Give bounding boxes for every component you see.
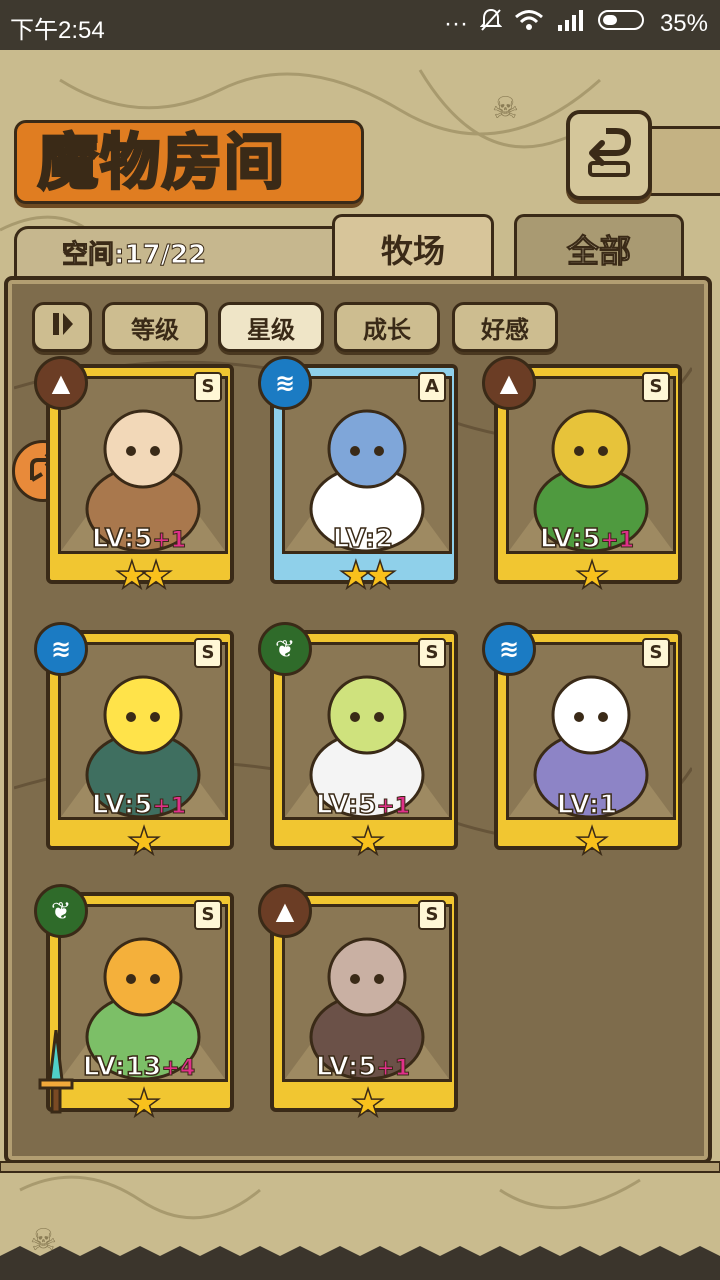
mountain-icon: ▲	[34, 356, 88, 410]
level-label: LV:5+1	[494, 523, 680, 555]
bottom-torn-edge	[0, 1161, 720, 1173]
level-plus: +1	[376, 794, 411, 820]
rank-badge: S	[418, 638, 446, 668]
water-wave-icon: ≋	[482, 622, 536, 676]
battery-icon	[597, 8, 648, 39]
mountain-icon: ▲	[482, 356, 536, 410]
level-label: LV:5+1	[270, 1051, 456, 1083]
monster-card[interactable]: ▲ S LV:5+1 ★★	[34, 356, 234, 595]
sword-icon	[38, 1030, 74, 1114]
mute-bell-icon	[479, 8, 503, 39]
status-icons: ··· 35%	[444, 8, 708, 39]
level-label: LV:2	[270, 523, 456, 555]
star-rating: ★	[350, 819, 386, 863]
monster-card[interactable]: ≋ S LV:5+1 ★	[34, 622, 234, 861]
star-rating: ★	[126, 819, 162, 863]
monster-card[interactable]: ❦ S LV:5+1 ★	[258, 622, 458, 861]
sort-affinity-button[interactable]: 好感	[452, 302, 558, 352]
space-counter: 空间:17/22	[61, 240, 207, 271]
rank-badge: S	[418, 900, 446, 930]
rank-badge: S	[642, 372, 670, 402]
back-button-tail	[640, 126, 720, 196]
star-rating: ★★	[338, 553, 398, 597]
level-value: LV:5	[91, 523, 153, 555]
wifi-icon	[514, 9, 544, 38]
level-value: LV:1	[556, 789, 618, 821]
return-arrow-icon	[582, 125, 636, 185]
level-label: LV:5+1	[46, 523, 232, 555]
sort-order-toggle[interactable]	[32, 302, 92, 352]
level-plus: +4	[161, 1056, 196, 1082]
star-rating: ★	[574, 553, 610, 597]
level-value: LV:5	[315, 789, 377, 821]
rank-badge: A	[418, 372, 446, 402]
status-bar: 下午2:54 ··· 35%	[0, 0, 720, 50]
water-wave-icon: ≋	[258, 356, 312, 410]
level-plus: +1	[152, 794, 187, 820]
level-plus: +1	[600, 528, 635, 554]
level-value: LV:5	[539, 523, 601, 555]
star-rating: ★★	[114, 553, 174, 597]
leaf-icon: ❦	[258, 622, 312, 676]
level-label: LV:1	[494, 789, 680, 821]
rank-badge: S	[194, 372, 222, 402]
monster-card[interactable]: ≋ A LV:2 ★★	[258, 356, 458, 595]
monster-card[interactable]: ≋ S LV:1 ★	[482, 622, 682, 861]
more-dots-icon: ···	[443, 9, 468, 37]
svg-text:☠: ☠	[492, 91, 519, 126]
level-plus: +1	[376, 1056, 411, 1082]
page-title: 魔物房间	[37, 127, 286, 200]
level-value: LV:13	[82, 1051, 162, 1083]
water-wave-icon: ≋	[34, 622, 88, 676]
monster-card[interactable]: ▲ S LV:5+1 ★	[482, 356, 682, 595]
level-value: LV:5	[315, 1051, 377, 1083]
level-plus: +1	[152, 528, 187, 554]
mountain-icon: ▲	[258, 884, 312, 938]
battery-percent: 35%	[659, 9, 708, 37]
pause-toggle-icon	[47, 309, 77, 345]
signal-icon	[556, 9, 586, 38]
level-value: LV:2	[332, 523, 394, 555]
back-button[interactable]	[566, 110, 652, 200]
rank-badge: S	[642, 638, 670, 668]
sort-level-button[interactable]: 等级	[102, 302, 208, 352]
sort-growth-button[interactable]: 成长	[334, 302, 440, 352]
monster-card[interactable]: ▲ S LV:5+1 ★	[258, 884, 458, 1123]
tab-ranch[interactable]: 牧场	[332, 214, 494, 281]
level-value: LV:5	[91, 789, 153, 821]
tab-all[interactable]: 全部	[514, 214, 684, 281]
leaf-icon: ❦	[34, 884, 88, 938]
sort-star-button[interactable]: 星级	[218, 302, 324, 352]
level-label: LV:5+1	[270, 789, 456, 821]
rank-badge: S	[194, 638, 222, 668]
status-time: 下午2:54	[10, 17, 105, 44]
rank-badge: S	[194, 900, 222, 930]
level-label: LV:5+1	[46, 789, 232, 821]
star-rating: ★	[574, 819, 610, 863]
star-rating: ★	[350, 1081, 386, 1125]
footer-zigzag	[0, 1246, 720, 1280]
